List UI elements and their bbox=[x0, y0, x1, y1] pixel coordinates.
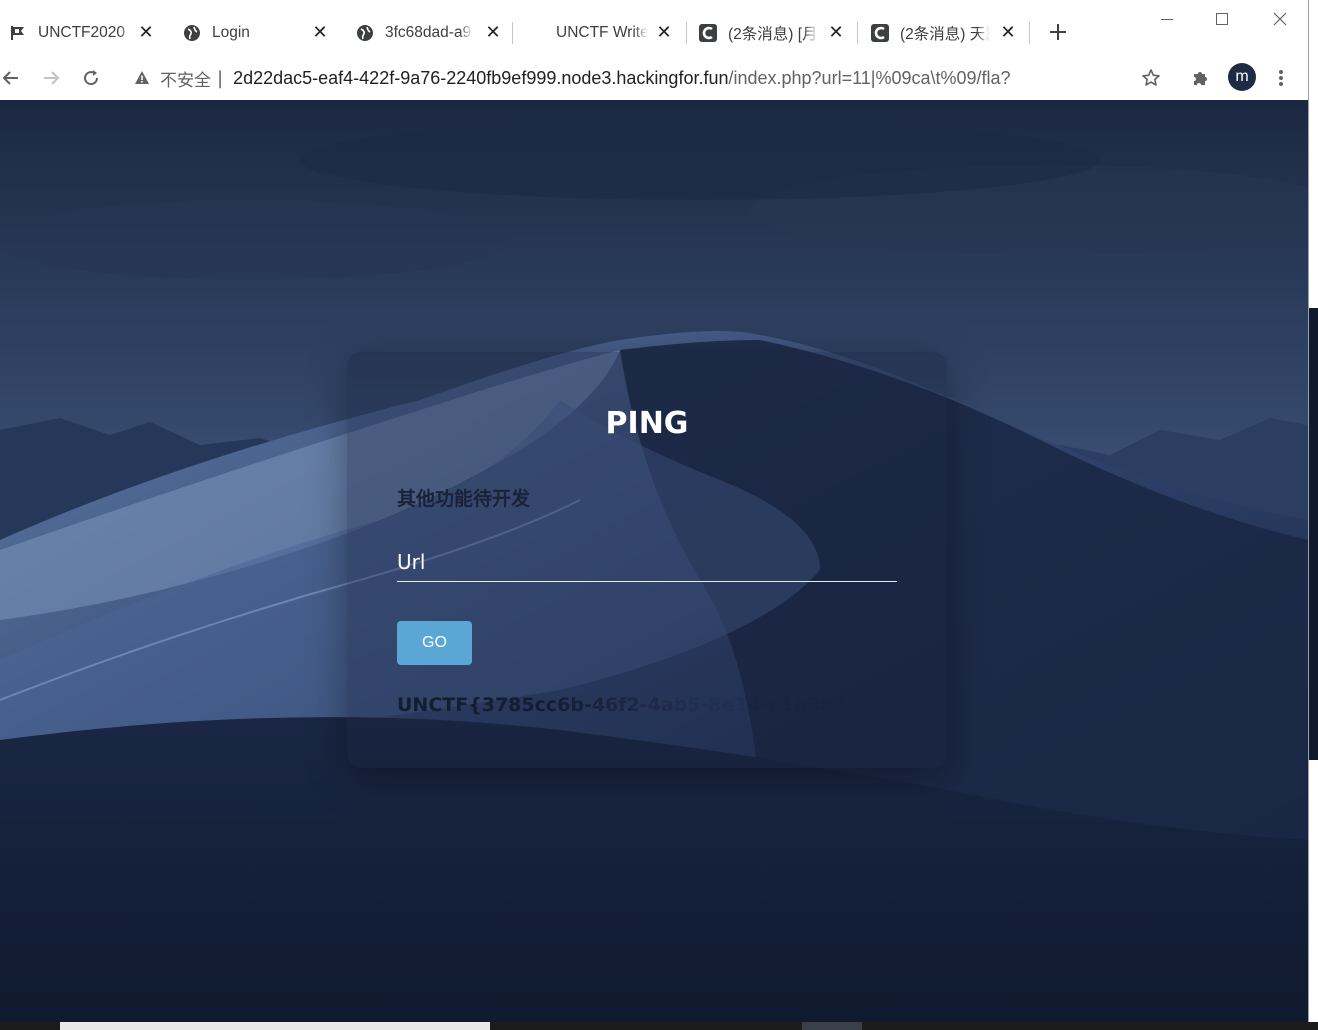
background-window-edge bbox=[1308, 0, 1318, 1030]
tab-title: Login bbox=[212, 24, 250, 41]
tab-title: UNCTF2020 bbox=[38, 24, 125, 41]
close-tab-icon[interactable]: ✕ bbox=[136, 22, 156, 43]
taskbar bbox=[0, 1022, 1318, 1030]
tab-title: (2条消息) [月 bbox=[728, 26, 818, 43]
bookmark-star-icon[interactable] bbox=[1136, 63, 1166, 93]
background-window-dark-region bbox=[1309, 308, 1318, 760]
tab-title: UNCTF Write bbox=[556, 24, 648, 41]
minimize-button[interactable] bbox=[1156, 8, 1178, 30]
globe-icon bbox=[182, 23, 202, 43]
close-tab-icon[interactable]: ✕ bbox=[483, 22, 503, 43]
csdn-icon bbox=[870, 23, 890, 43]
tab-login[interactable]: Login ✕ bbox=[174, 10, 338, 56]
browser-toolbar: 不安全 | 2d22dac5-eaf4-422f-9a76-2240fb9ef9… bbox=[0, 57, 1308, 100]
forward-button[interactable] bbox=[36, 63, 66, 93]
profile-avatar[interactable]: m bbox=[1228, 63, 1256, 91]
tab-separator bbox=[857, 22, 858, 44]
tab-unctf-write[interactable]: UNCTF Write ✕ bbox=[548, 10, 682, 56]
csdn-icon bbox=[698, 23, 718, 43]
tab-csdn-1[interactable]: (2条消息) [月 ✕ bbox=[690, 10, 854, 56]
omnibox-divider: | bbox=[217, 67, 224, 89]
tab-strip: UNCTF2020 ✕ Login ✕ 3fc68dad-a9 ✕ UNCTF … bbox=[0, 0, 1308, 57]
reload-button[interactable] bbox=[76, 63, 106, 93]
taskbar-item[interactable] bbox=[802, 1022, 862, 1030]
tab-3fc68dad[interactable]: 3fc68dad-a9 ✕ bbox=[347, 10, 511, 56]
globe-icon bbox=[355, 23, 375, 43]
ping-card: PING 其他功能待开发 GO UNCTF{3785cc6b-46f2-4ab5… bbox=[347, 352, 947, 768]
close-tab-icon[interactable]: ✕ bbox=[310, 22, 330, 43]
tab-title: 3fc68dad-a9 bbox=[385, 24, 472, 41]
close-tab-icon[interactable]: ✕ bbox=[998, 22, 1018, 43]
tab-csdn-2[interactable]: (2条消息) 天翼 ✕ bbox=[862, 10, 1026, 56]
maximize-button[interactable] bbox=[1211, 8, 1233, 30]
page-title: PING bbox=[605, 406, 689, 441]
result-text: UNCTF{3785cc6b-46f2-4ab5-8e14-c1b8a2d9e6… bbox=[397, 694, 897, 716]
tab-title: (2条消息) 天翼 bbox=[900, 26, 990, 43]
close-tab-icon[interactable]: ✕ bbox=[654, 22, 674, 43]
tab-unctf2020[interactable]: UNCTF2020 ✕ bbox=[0, 10, 164, 56]
feature-note: 其他功能待开发 bbox=[397, 488, 531, 510]
address-bar[interactable]: 不安全 | 2d22dac5-eaf4-422f-9a76-2240fb9ef9… bbox=[128, 61, 1168, 95]
url-host: 2d22dac5-eaf4-422f-9a76-2240fb9ef999.nod… bbox=[233, 67, 729, 88]
security-label[interactable]: 不安全 bbox=[160, 66, 211, 91]
extensions-puzzle-icon[interactable] bbox=[1186, 63, 1216, 93]
new-tab-button[interactable] bbox=[1046, 20, 1070, 44]
tab-separator bbox=[1029, 22, 1030, 44]
warning-icon[interactable] bbox=[134, 70, 152, 86]
close-tab-icon[interactable]: ✕ bbox=[826, 22, 846, 43]
go-button[interactable]: GO bbox=[397, 621, 472, 665]
back-button[interactable] bbox=[0, 63, 26, 93]
tab-separator bbox=[512, 22, 513, 44]
url-path: /index.php?url=11|%09ca\t%09/fla? bbox=[728, 67, 1011, 88]
page-viewport: PING 其他功能待开发 GO UNCTF{3785cc6b-46f2-4ab5… bbox=[0, 100, 1308, 1022]
taskbar-item[interactable] bbox=[60, 1022, 490, 1030]
flag-icon bbox=[8, 23, 28, 43]
close-window-button[interactable] bbox=[1269, 8, 1291, 30]
url-input[interactable] bbox=[397, 542, 897, 582]
menu-kebab-icon[interactable] bbox=[1266, 63, 1296, 93]
tab-separator bbox=[686, 22, 687, 44]
